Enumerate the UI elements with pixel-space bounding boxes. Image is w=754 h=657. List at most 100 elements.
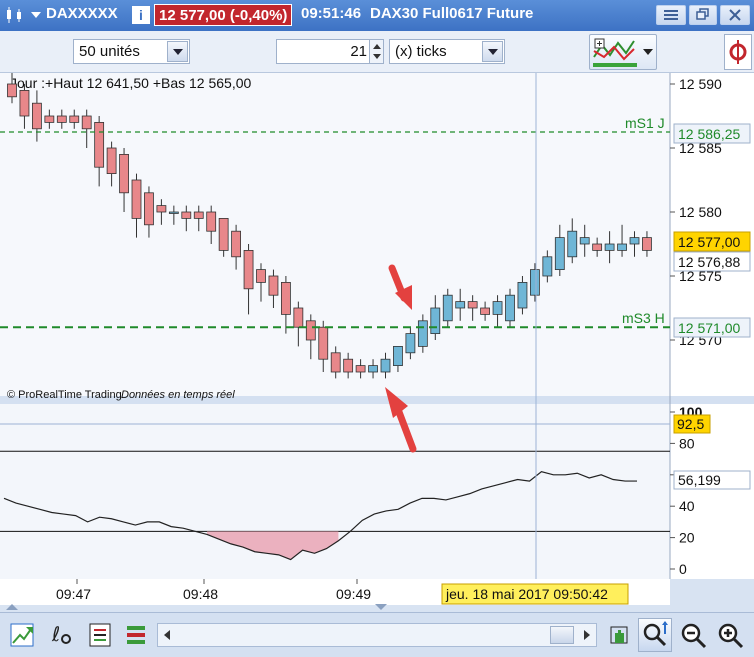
- price-chart[interactable]: Jour :+Haut 12 641,50 +Bas 12 565,00 © P…: [0, 73, 754, 612]
- draw-tool-icon[interactable]: [8, 621, 36, 649]
- candle-down: [243, 249, 254, 290]
- hand-pan-icon[interactable]: [605, 621, 633, 649]
- info-icon[interactable]: i: [132, 6, 150, 24]
- zoom-fit-icon: [643, 621, 668, 647]
- close-button[interactable]: [720, 5, 750, 25]
- candle-up: [393, 345, 403, 366]
- candle-up: [492, 301, 503, 315]
- list-icon: [664, 10, 678, 20]
- order-book-icon[interactable]: [86, 621, 114, 649]
- candle-down: [69, 115, 80, 123]
- osc-tick-label: 20: [679, 530, 695, 546]
- candle-down: [81, 115, 92, 130]
- candle-down: [642, 237, 652, 251]
- candle-up: [629, 237, 640, 245]
- day-high-low-info: Jour :+Haut 12 641,50 +Bas 12 565,00: [10, 75, 252, 91]
- candle-up: [517, 281, 528, 309]
- candle-up: [417, 320, 428, 347]
- ms1-label: mS1 J: [625, 115, 665, 131]
- candle-down: [106, 147, 117, 175]
- time-tick-label: 09:47: [56, 586, 91, 602]
- cursor-tool-icon[interactable]: ℓ: [49, 621, 77, 649]
- candle-down: [144, 192, 154, 226]
- candlestick-icon: [7, 7, 21, 23]
- zoom-out-icon[interactable]: [679, 621, 707, 649]
- candle-down: [343, 358, 354, 373]
- osc-tick-label: 40: [679, 498, 695, 514]
- candle-down: [119, 154, 129, 194]
- price-tick-label: 12 580: [679, 204, 722, 220]
- candle-down: [193, 211, 204, 219]
- svg-text:ℓ: ℓ: [51, 622, 60, 646]
- candle-up: [542, 256, 553, 277]
- title-bar: DAXXXXX i 12 577,00 (-0,40%) 09:51:46 DA…: [0, 0, 754, 31]
- candle-down: [318, 326, 329, 360]
- candle-down: [268, 275, 279, 296]
- orders-icon[interactable]: [122, 621, 150, 649]
- chevron-down-icon[interactable]: [167, 41, 188, 62]
- candle-up: [604, 243, 615, 251]
- osc-value-badge: 56,199: [678, 472, 721, 488]
- ticks-value: 21: [350, 43, 367, 60]
- last-price-badge: 12 577,00: [678, 234, 740, 250]
- osc-panel-bg: [0, 404, 670, 579]
- candle-down: [56, 115, 67, 123]
- chevron-down-icon[interactable]: [482, 41, 503, 62]
- candle-down: [280, 281, 291, 315]
- scroll-thumb[interactable]: [550, 626, 574, 644]
- candle-up: [530, 269, 540, 296]
- candle-down: [231, 230, 242, 258]
- ticks-stepper[interactable]: 21: [276, 39, 384, 64]
- toolbar: 50 unités 21 (x) ticks: [0, 31, 754, 73]
- candle-down: [181, 211, 192, 219]
- menu-button[interactable]: [656, 5, 686, 25]
- candle-up: [442, 294, 453, 322]
- scroll-right-icon[interactable]: [580, 627, 594, 643]
- copyright-text: © ProRealTime Trading: [7, 389, 122, 401]
- candle-up: [579, 237, 590, 245]
- price-tick-label: 12 590: [679, 76, 722, 92]
- candle-up: [554, 237, 565, 271]
- panel-down-icon[interactable]: [375, 604, 387, 610]
- scroll-left-icon[interactable]: [160, 627, 174, 643]
- ticks-unit-value: (x) ticks: [395, 43, 447, 60]
- candle-up: [405, 333, 416, 354]
- ticks-unit-select[interactable]: (x) ticks: [389, 39, 505, 64]
- candle-down: [32, 102, 42, 130]
- candle-up: [368, 365, 378, 373]
- current-price-badge: 12 576,88: [678, 254, 740, 270]
- wrench-icon: [729, 40, 747, 64]
- candle-down: [480, 307, 491, 315]
- candle-down: [293, 307, 304, 328]
- candle-down: [131, 179, 142, 219]
- candle-down: [355, 365, 366, 373]
- horizontal-scrollbar[interactable]: [157, 623, 597, 647]
- candle-down: [206, 211, 217, 232]
- stepper-arrows[interactable]: [369, 40, 383, 63]
- osc-tick-label: 0: [679, 561, 687, 577]
- dropdown-arrow-icon[interactable]: [30, 6, 42, 24]
- zoom-in-icon[interactable]: [716, 621, 744, 649]
- zoom-fit-button[interactable]: [638, 618, 672, 652]
- candle-down: [7, 83, 17, 98]
- candle-down: [156, 205, 167, 213]
- candle-down: [94, 122, 105, 168]
- candle-up: [168, 211, 179, 214]
- osc-tick-label: 80: [679, 435, 695, 451]
- candle-down: [592, 243, 603, 251]
- ms3-label: mS3 H: [622, 310, 665, 326]
- chart-settings-button[interactable]: [724, 34, 752, 70]
- candle-down: [330, 352, 341, 373]
- candle-up: [505, 294, 515, 322]
- crosshair-date: jeu. 18 mai 2017 09:50:42: [445, 586, 608, 602]
- candle-up: [380, 358, 391, 373]
- candle-down: [218, 217, 229, 251]
- time-tick-label: 09:49: [336, 586, 371, 602]
- realtime-text: Données en temps réel: [121, 389, 235, 401]
- osc-top-badge: 92,5: [677, 416, 704, 432]
- trading-window: DAXXXXX i 12 577,00 (-0,40%) 09:51:46 DA…: [0, 0, 754, 657]
- restore-button[interactable]: [689, 5, 717, 25]
- candle-up: [567, 230, 578, 258]
- units-select[interactable]: 50 unités: [73, 39, 190, 64]
- indicators-button[interactable]: [589, 34, 657, 70]
